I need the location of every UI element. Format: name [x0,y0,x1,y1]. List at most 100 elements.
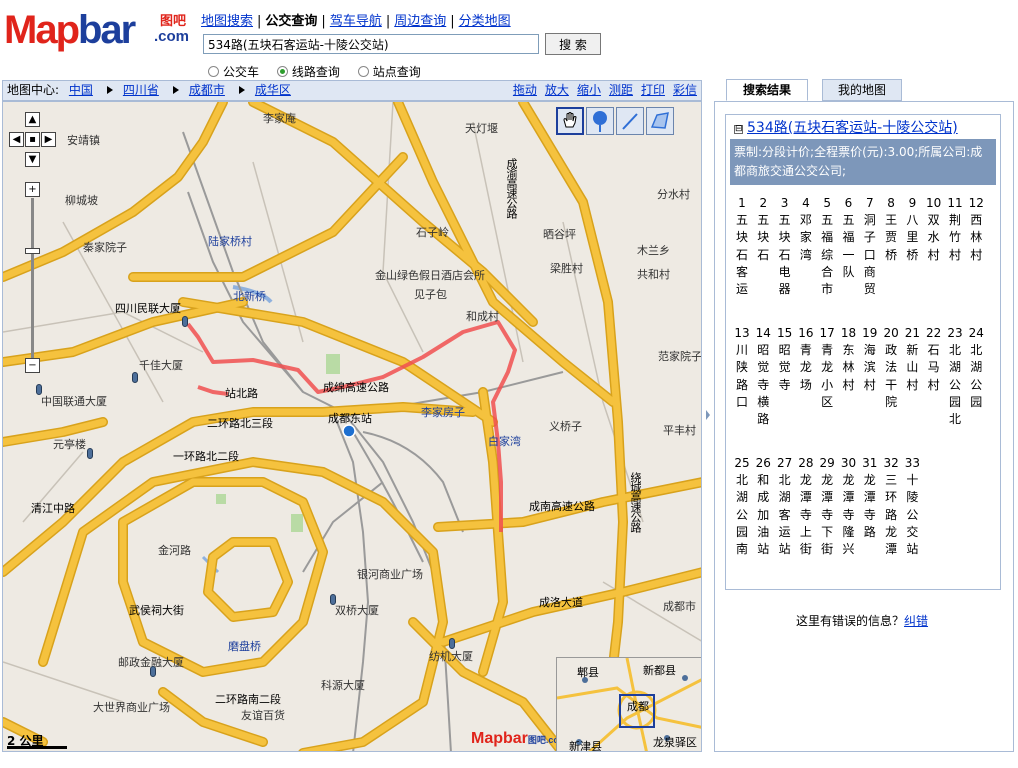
stop-item[interactable]: 33 十陵公交站 [902,455,922,558]
hand-pan-icon[interactable] [556,107,584,135]
stop-item[interactable]: 14 昭觉寺横路 [753,325,773,428]
stop-item[interactable]: 26 和成加油站 [753,455,773,558]
tab-search-results[interactable]: 搜索结果 [726,79,808,101]
tool-mms[interactable]: 彩信 [673,83,697,97]
stop-number: 28 [798,456,814,470]
nav-bus-search[interactable]: 公交查询 [265,14,317,29]
route-title-link[interactable]: 534路(五块石客运站-十陵公交站) [747,120,958,136]
stop-item[interactable]: 1 五块石客运 [732,195,752,298]
stop-item[interactable]: 23 北湖公园北 [945,325,965,428]
poi-marker-icon[interactable] [87,448,93,459]
stop-item[interactable]: 22 石马村 [924,325,944,394]
stop-name: 八里桥 [906,213,919,262]
stop-item[interactable]: 31 龙潭寺路 [860,455,880,541]
overview-viewport-box[interactable] [619,694,655,728]
draw-polygon-icon[interactable] [646,107,674,135]
pan-up-icon[interactable]: ▲ [25,112,40,127]
radio-circle-selected[interactable] [276,66,288,77]
nav-separator: | [321,14,326,29]
stop-item[interactable]: 10 双水村 [924,195,944,264]
mapbar-logo[interactable]: Mapbar 图吧 .com [4,6,196,62]
pan-center-icon[interactable]: ▪ [25,132,40,147]
poi-marker-icon[interactable] [330,594,336,605]
stop-item[interactable]: 24 北湖公园 [966,325,986,411]
stop-item[interactable]: 2 五块石 [753,195,773,264]
poi-marker-icon[interactable] [449,638,455,649]
nav-category-map[interactable]: 分类地图 [459,14,511,29]
zoom-slider-handle[interactable] [25,248,40,254]
stop-item[interactable]: 8 王贾桥 [881,195,901,264]
crumb-chengdu[interactable]: 成都市 [189,83,225,97]
stop-item[interactable]: 20 政法干院 [881,325,901,411]
crumb-chenghua[interactable]: 成华区 [255,83,291,97]
mode-route[interactable]: 线路查询 [276,65,340,79]
nav-map-search[interactable]: 地图搜索 [201,14,253,29]
stop-item[interactable]: 21 新山村 [902,325,922,394]
stop-item[interactable]: 17 青龙小区 [817,325,837,411]
stop-item[interactable]: 4 邓家湾 [796,195,816,264]
stop-number: 32 [883,456,899,470]
radio-circle[interactable] [208,66,219,77]
stop-item[interactable]: 30 龙潭寺隆兴 [839,455,859,558]
stop-name: 五块石电器 [778,213,791,297]
stop-name: 五块石 [757,213,770,262]
search-input[interactable] [203,34,539,54]
stop-item[interactable]: 12 西林村 [966,195,986,264]
pan-right-icon[interactable]: ▶ [41,132,56,147]
bus-route-534-spur [197,385,229,396]
collapse-icon[interactable]: ⊟ [734,125,743,134]
poi-marker-icon[interactable] [36,384,42,395]
stop-item[interactable]: 3 五块石电器 [775,195,795,298]
stop-name: 石马村 [927,343,940,392]
pan-down-icon[interactable]: ▼ [25,152,40,167]
map-canvas[interactable]: 安靖镇 李家庵 天灯堰 柳城坡 秦家院子 陆家桥村 石子岭 晒谷坪 分水村 金山… [2,101,702,752]
draw-line-icon[interactable] [616,107,644,135]
poi-marker-icon[interactable] [182,316,188,327]
tab-my-map[interactable]: 我的地图 [822,79,902,101]
station-marker-icon[interactable] [342,424,356,438]
stop-item[interactable]: 29 龙潭寺下街 [817,455,837,558]
search-button[interactable]: 搜 索 [545,33,601,55]
tool-print[interactable]: 打印 [641,83,665,97]
stop-item[interactable]: 19 海滨村 [860,325,880,394]
tool-pan[interactable]: 拖动 [513,83,537,97]
report-error-link[interactable]: 纠错 [904,614,928,628]
stop-item[interactable]: 7 洞子口商贸 [860,195,880,298]
stop-item[interactable]: 13 川陕路口 [732,325,752,411]
stop-item[interactable]: 6 五福一队 [839,195,859,281]
stop-item[interactable]: 5 五福综合市 [817,195,837,298]
park-area [216,494,226,504]
stop-item[interactable]: 28 龙潭寺上街 [796,455,816,558]
stop-item[interactable]: 15 昭觉寺 [775,325,795,394]
mode-bus[interactable]: 公交车 [208,65,259,79]
nav-nearby[interactable]: 周边查询 [394,14,446,29]
poi-marker-icon[interactable] [150,666,156,677]
stop-number: 23 [947,326,963,340]
poi-marker-icon[interactable] [132,372,138,383]
stop-item[interactable]: 16 青龙场 [796,325,816,394]
stop-item[interactable]: 27 北湖客运站 [775,455,795,558]
mode-stop[interactable]: 站点查询 [357,65,421,79]
crumb-china[interactable]: 中国 [69,83,93,97]
nav-driving[interactable]: 驾车导航 [330,14,382,29]
overview-map[interactable]: 郫县 新都县 成都 新津县 龙泉驿区 [556,657,701,751]
tool-measure[interactable]: 测距 [609,83,633,97]
radio-circle[interactable] [357,66,369,77]
zoom-in-icon[interactable]: + [25,182,40,197]
stop-item[interactable]: 9 八里桥 [902,195,922,264]
stop-item[interactable]: 25 北湖公园南 [732,455,752,558]
stop-item[interactable]: 32 三环路龙潭 [881,455,901,558]
stop-item[interactable]: 18 东林村 [839,325,859,394]
pan-left-icon[interactable]: ◀ [9,132,24,147]
stop-name: 新山村 [906,343,919,392]
crumb-sichuan[interactable]: 四川省 [123,83,159,97]
tool-zoom-out[interactable]: 缩小 [577,83,601,97]
stop-number: 27 [776,456,793,470]
place-marker-icon[interactable] [586,107,614,135]
zoom-out-icon[interactable]: − [25,358,40,373]
stop-item[interactable]: 11 荆竹村 [945,195,965,264]
map-label: 磨盘桥 [228,640,261,653]
tool-zoom-in[interactable]: 放大 [545,83,569,97]
zoom-slider-track[interactable] [31,198,34,358]
panel-splitter[interactable] [704,80,712,752]
